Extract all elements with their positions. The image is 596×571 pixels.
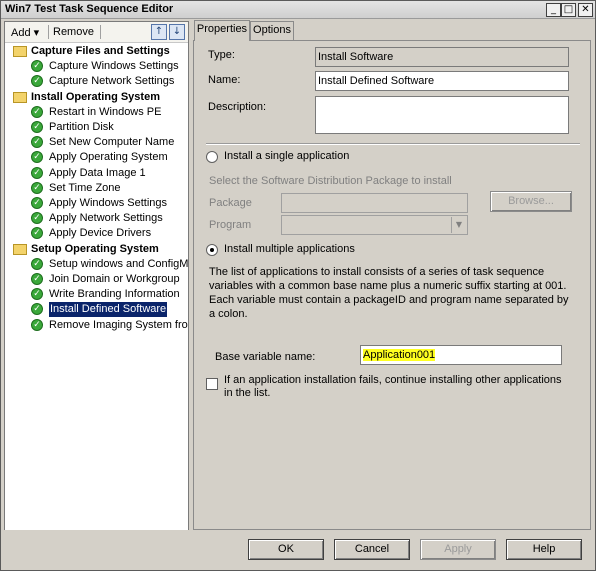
add-menu-button[interactable]: Add ▾ — [11, 26, 39, 39]
add-label: Add — [11, 27, 31, 39]
multi-app-label[interactable]: Install multiple applications — [224, 243, 355, 255]
multi-app-description: The list of applications to install cons… — [209, 266, 569, 320]
check-icon: ✓ — [31, 106, 43, 118]
single-app-label[interactable]: Install a single application — [224, 150, 349, 162]
apply-button[interactable]: Apply — [420, 539, 496, 560]
description-label: Description: — [208, 101, 267, 113]
tree-item-label: Write Branding Information — [49, 288, 180, 300]
description-field[interactable] — [315, 96, 569, 134]
close-button[interactable]: ✕ — [578, 3, 593, 17]
tree-item-label: Apply Network Settings — [49, 212, 163, 224]
base-variable-label: Base variable name: — [215, 351, 316, 363]
check-icon: ✓ — [31, 167, 43, 179]
window-title: Win7 Test Task Sequence Editor — [5, 3, 174, 15]
check-icon: ✓ — [31, 258, 43, 270]
continue-on-failure-label[interactable]: If an application installation fails, co… — [224, 374, 564, 400]
tree-item-label: Setup windows and ConfigMgr — [49, 258, 188, 270]
multi-app-radio[interactable] — [206, 244, 218, 256]
tab-properties[interactable]: Properties — [194, 20, 250, 41]
maximize-button[interactable]: □ — [561, 3, 576, 17]
check-icon: ✓ — [31, 121, 43, 133]
tree-item-label: Apply Device Drivers — [49, 227, 152, 239]
check-icon: ✓ — [31, 319, 43, 331]
ok-button[interactable]: OK — [248, 539, 324, 560]
folder-icon — [13, 46, 27, 57]
program-dropdown[interactable]: ▼ — [281, 215, 468, 235]
help-button[interactable]: Help — [506, 539, 582, 560]
package-prompt: Select the Software Distribution Package… — [209, 175, 452, 187]
tree-item-label: Join Domain or Workgroup — [49, 273, 180, 285]
tree-item-label: Set Time Zone — [49, 182, 121, 194]
tree-group-label: Install Operating System — [31, 91, 160, 103]
cancel-button[interactable]: Cancel — [334, 539, 410, 560]
program-label: Program — [209, 219, 252, 231]
check-icon: ✓ — [31, 212, 43, 224]
tree-toolbar: Add ▾ Remove ↑ ↓ — [5, 22, 188, 43]
minimize-button[interactable]: _ — [546, 3, 561, 17]
task-sequence-editor-window: Win7 Test Task Sequence Editor _ □ ✕ Add… — [0, 0, 596, 571]
tree-item-label: Remove Imaging System from G — [49, 319, 188, 331]
continue-on-failure-checkbox[interactable] — [206, 378, 218, 390]
task-sequence-tree: Capture Files and Settings ✓ Capture Windo… — [5, 44, 188, 530]
folder-icon — [13, 244, 27, 255]
check-icon: ✓ — [31, 151, 43, 163]
type-label: Type: — [208, 49, 235, 61]
tree-item-label: Install Defined Software — [49, 302, 168, 317]
check-icon: ✓ — [31, 303, 43, 315]
check-icon: ✓ — [31, 75, 43, 87]
task-sequence-pane: Add ▾ Remove ↑ ↓ Capture Files and Setti… — [4, 21, 189, 531]
dialog-button-bar: OK Cancel Apply Help — [1, 530, 595, 570]
remove-button[interactable]: Remove — [53, 26, 94, 38]
check-icon: ✓ — [31, 60, 43, 72]
tree-item-label: Partition Disk — [49, 121, 114, 133]
tree-item-label: Capture Network Settings — [49, 75, 175, 87]
folder-icon — [13, 92, 27, 103]
toolbar-divider — [100, 25, 101, 39]
tree-group-label: Setup Operating System — [31, 243, 159, 255]
tree-item-label: Apply Operating System — [49, 151, 168, 163]
tree-group-label: Capture Files and Settings — [31, 45, 170, 57]
single-app-radio[interactable] — [206, 151, 218, 163]
name-field[interactable]: Install Defined Software — [315, 71, 569, 91]
check-icon: ✓ — [31, 182, 43, 194]
tree-item-label: Set New Computer Name — [49, 136, 175, 148]
check-icon: ✓ — [31, 288, 43, 300]
properties-panel: Type: Install Software Name: Install Def… — [193, 40, 591, 530]
move-up-icon[interactable]: ↑ — [151, 24, 167, 40]
divider — [206, 143, 580, 145]
tree-item-label: Capture Windows Settings — [49, 60, 179, 72]
browse-button[interactable]: Browse... — [490, 191, 572, 212]
move-down-icon[interactable]: ↓ — [169, 24, 185, 40]
title-bar[interactable]: Win7 Test Task Sequence Editor _ □ ✕ — [1, 1, 595, 19]
chevron-down-icon: ▼ — [451, 217, 466, 233]
type-field: Install Software — [315, 47, 569, 67]
check-icon: ✓ — [31, 227, 43, 239]
package-field — [281, 193, 468, 213]
tab-options[interactable]: Options — [250, 21, 294, 40]
check-icon: ✓ — [31, 273, 43, 285]
tree-item-label: Restart in Windows PE — [49, 106, 162, 118]
check-icon: ✓ — [31, 197, 43, 209]
check-icon: ✓ — [31, 136, 43, 148]
package-label: Package — [209, 197, 252, 209]
toolbar-divider — [48, 25, 49, 39]
name-label: Name: — [208, 74, 241, 86]
tree-item-label: Apply Data Image 1 — [49, 167, 146, 179]
base-variable-value: Application001 — [363, 349, 436, 361]
tree-item-label: Apply Windows Settings — [49, 197, 167, 209]
base-variable-field[interactable]: Application001 — [360, 345, 562, 365]
